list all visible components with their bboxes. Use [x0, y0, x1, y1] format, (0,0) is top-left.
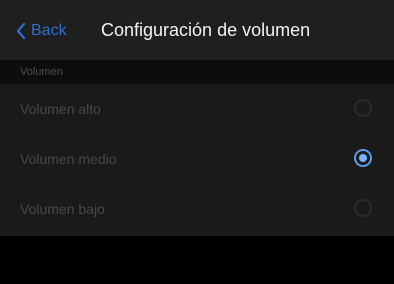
option-volumen-alto[interactable]: Volumen alto [0, 84, 394, 134]
chevron-left-icon [16, 23, 26, 39]
volume-option-list: Volumen alto Volumen medio Volumen bajo [0, 84, 394, 236]
back-label: Back [31, 22, 67, 39]
option-volumen-bajo[interactable]: Volumen bajo [0, 184, 394, 234]
section-header: Volumen [0, 60, 394, 84]
back-button[interactable]: Back [16, 20, 67, 42]
page-title: Configuración de volumen [101, 20, 311, 40]
option-label: Volumen medio [20, 151, 117, 167]
option-volumen-medio[interactable]: Volumen medio [0, 134, 394, 184]
navigation-bar: Back Configuración de volumen [0, 0, 394, 60]
option-label: Volumen alto [20, 101, 101, 117]
option-label: Volumen bajo [20, 201, 105, 217]
section-header-label: Volumen [20, 66, 63, 78]
empty-background [0, 236, 394, 284]
radio-selected-icon[interactable] [354, 149, 372, 167]
radio-unselected-icon[interactable] [354, 199, 372, 217]
radio-unselected-icon[interactable] [354, 99, 372, 117]
